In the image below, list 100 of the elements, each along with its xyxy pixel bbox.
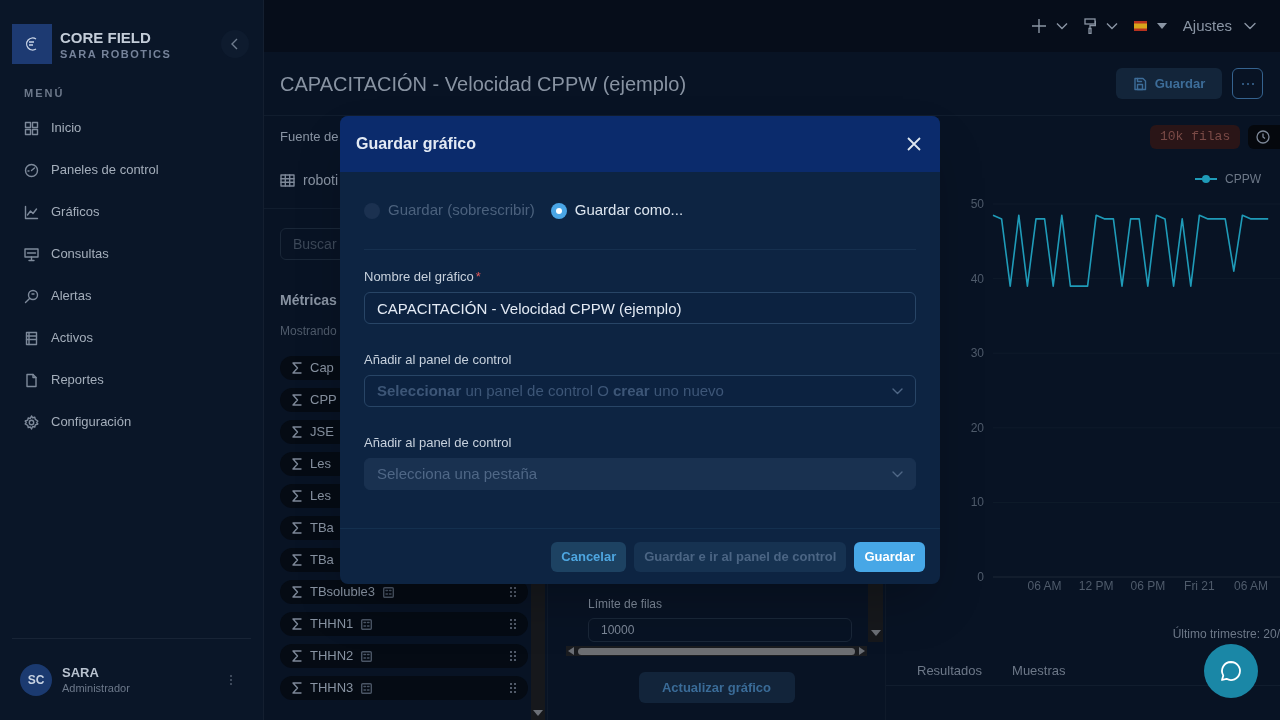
sum-icon: [292, 522, 302, 534]
axis-tick-label: 20: [970, 420, 984, 435]
axis-tick-label: 10: [970, 495, 984, 510]
settings-icon: [24, 414, 39, 430]
scroll-arrow-icon[interactable]: [568, 647, 574, 655]
radio-option[interactable]: Guardar como...: [550, 199, 684, 222]
sidebar-item[interactable]: Activos: [12, 324, 105, 352]
save-icon: [1132, 76, 1147, 91]
section-heading: Métricas: [280, 291, 337, 310]
sidebar-item[interactable]: Inicio: [12, 114, 94, 142]
sidebar-item[interactable]: Gráficos: [12, 198, 112, 226]
field-label: Añadir al panel de control: [364, 352, 512, 368]
field-label: Añadir al panel de control: [364, 435, 512, 451]
magnifier-icon: [24, 288, 39, 304]
metric-item[interactable]: THHN3: [280, 676, 528, 700]
grid-icon: [24, 120, 39, 136]
calculator-icon: [383, 586, 395, 598]
close-icon: [907, 137, 921, 151]
scrollbar[interactable]: [566, 646, 867, 656]
axis-tick-label: 50: [970, 197, 984, 211]
drag-handle-icon[interactable]: [510, 587, 516, 597]
legend-label[interactable]: CPPW: [1225, 170, 1261, 188]
list-icon: [24, 330, 39, 346]
axis-tick-label: 06 PM: [1130, 579, 1166, 593]
sidebar-item[interactable]: Configuración: [12, 408, 144, 436]
organization-name: SARA ROBOTICS: [60, 46, 172, 61]
document-icon: [24, 372, 39, 388]
dialog-title: Guardar gráfico: [356, 134, 477, 154]
sidebar-item[interactable]: Reportes: [12, 366, 116, 394]
chevron-icon: [892, 387, 903, 395]
calculator-icon: [361, 682, 373, 694]
sum-icon: [292, 682, 302, 694]
gauge-icon: [24, 162, 39, 178]
sidebar-item[interactable]: Alertas: [12, 282, 104, 310]
chat-button[interactable]: [1204, 644, 1258, 698]
tab[interactable]: Resultados: [917, 655, 983, 686]
sum-icon: [292, 426, 302, 438]
chevron-icon: [1055, 22, 1068, 30]
sum-icon: [292, 458, 302, 470]
metric-item[interactable]: THHN2: [280, 644, 528, 668]
axis-tick-label: 30: [970, 346, 984, 361]
calculator-icon: [361, 618, 373, 630]
axis-tick-label: Fri 21: [1184, 579, 1215, 593]
radio-option: Guardar (sobrescribir): [364, 199, 535, 222]
more-options-button[interactable]: [1232, 68, 1263, 99]
axis-tick-label: 06 AM: [1234, 579, 1268, 593]
monitor-icon: [24, 246, 39, 262]
sum-icon: [292, 586, 302, 598]
user-role: Administrador: [62, 680, 130, 695]
kebab-icon: [229, 673, 233, 686]
page-title: CAPACITACIÓN - Velocidad CPPW (ejemplo): [280, 71, 687, 96]
sidebar-item[interactable]: Consultas: [12, 240, 121, 268]
tab[interactable]: Muestras: [1012, 655, 1066, 686]
caret-icon: [1156, 23, 1167, 29]
add-menu-button[interactable]: [1031, 19, 1068, 33]
sidebar-item[interactable]: Paneles de control: [12, 156, 171, 184]
scroll-thumb[interactable]: [578, 647, 855, 655]
sum-icon: [292, 650, 302, 662]
theme-menu-button[interactable]: [1083, 18, 1118, 34]
drag-handle-icon[interactable]: [510, 651, 516, 661]
sum-icon: [292, 618, 302, 630]
scroll-arrow-icon[interactable]: [870, 630, 881, 636]
section-label: MENÚ: [24, 86, 65, 100]
sum-icon: [292, 362, 302, 374]
sum-icon: [292, 394, 302, 406]
row-count-badge: 10k filas: [1150, 125, 1241, 149]
ellipsis-icon: [1240, 81, 1255, 86]
collapse-button[interactable]: [221, 30, 249, 58]
count-text: Mostrando: [280, 323, 337, 339]
field-label: Límite de filas: [588, 596, 663, 612]
line-chart-icon: [24, 204, 39, 220]
axis-tick-label: 12 PM: [1078, 579, 1114, 593]
calculator-icon: [361, 650, 373, 662]
legend-marker-icon: [1195, 174, 1217, 184]
avatar: SC: [20, 663, 52, 696]
chevron-icon: [1105, 22, 1118, 30]
user-name: SARA: [62, 664, 100, 681]
logo: [12, 24, 52, 64]
scroll-arrow-icon[interactable]: [859, 647, 865, 655]
sum-icon: [292, 490, 302, 502]
axis-tick-label: 06 AM: [1027, 579, 1062, 593]
scroll-arrow-icon[interactable]: [533, 710, 543, 716]
dialog-button[interactable]: Cancelar: [551, 541, 627, 572]
chat-bubble-icon: [1219, 659, 1243, 683]
axis-tick-label: 0: [977, 570, 984, 584]
metric-item[interactable]: THHN1: [280, 612, 528, 636]
settings-menu[interactable]: Ajustes: [1182, 14, 1256, 38]
language-button[interactable]: [1133, 21, 1167, 31]
name-field[interactable]: CAPACITACIÓN - Velocidad CPPW (ejemplo): [364, 292, 916, 324]
sum-icon: [292, 554, 302, 566]
chevron-icon: [1244, 22, 1256, 30]
axis-tick-label: 40: [970, 271, 984, 286]
drag-handle-icon[interactable]: [510, 619, 516, 629]
drag-handle-icon[interactable]: [510, 683, 516, 693]
chevron-icon: [892, 470, 903, 478]
table-icon: [280, 173, 295, 187]
paint-roller-icon: [1083, 18, 1096, 34]
row-limit-field[interactable]: 10000: [588, 618, 852, 642]
flag-icon: [1133, 21, 1147, 31]
plus-icon: [1031, 19, 1046, 33]
